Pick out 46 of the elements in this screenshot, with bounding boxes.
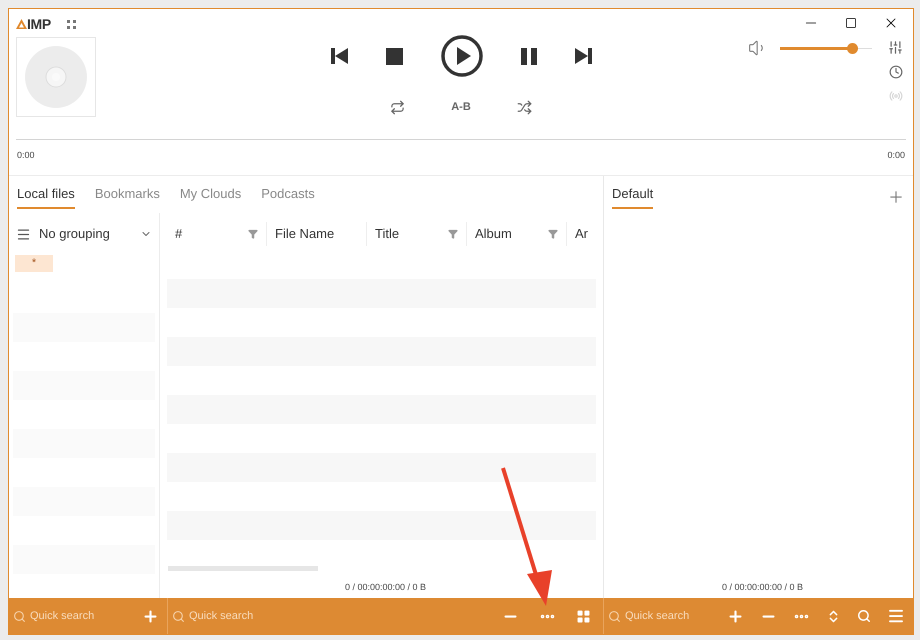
- next-button[interactable]: [574, 48, 592, 64]
- status-text: 0 / 00:00:00:00 / 0 B: [720, 580, 804, 594]
- column-header[interactable]: Album: [467, 222, 567, 246]
- search-field[interactable]: Quick search: [30, 608, 140, 624]
- maximize-icon[interactable]: [845, 17, 857, 29]
- search-icon[interactable]: [857, 609, 871, 623]
- grip-icon[interactable]: [66, 20, 76, 28]
- horizontal-scrollbar[interactable]: [168, 566, 318, 570]
- disc-icon: [25, 46, 87, 108]
- search-field[interactable]: Quick search: [189, 608, 299, 624]
- pause-button[interactable]: [520, 48, 536, 64]
- tab[interactable]: Default: [612, 184, 654, 209]
- search-icon: [172, 610, 185, 622]
- search-icon: [608, 610, 621, 622]
- volume-slider[interactable]: [780, 42, 872, 54]
- search-field[interactable]: Quick search: [625, 608, 735, 624]
- plus-icon[interactable]: [142, 608, 159, 624]
- grid-icon[interactable]: [576, 608, 591, 624]
- filter-icon[interactable]: [548, 229, 558, 239]
- play-button[interactable]: [440, 35, 482, 77]
- filter-icon[interactable]: [448, 229, 458, 239]
- ab-repeat-button[interactable]: A-B: [451, 99, 471, 116]
- grouping-dropdown[interactable]: No grouping: [39, 224, 152, 244]
- column-header[interactable]: Title: [367, 222, 467, 246]
- column-header[interactable]: File Name: [267, 222, 367, 246]
- elapsed-time: 0:00: [17, 149, 35, 162]
- tab[interactable]: Bookmarks: [94, 184, 160, 209]
- previous-button[interactable]: [330, 48, 348, 64]
- menu-icon[interactable]: [16, 226, 31, 242]
- clock-icon[interactable]: [888, 65, 902, 79]
- group-item[interactable]: *: [15, 255, 53, 272]
- tab[interactable]: My Clouds: [180, 184, 242, 209]
- repeat-icon[interactable]: [390, 100, 406, 115]
- status-text: 0 / 00:00:00:00 / 0 B: [344, 580, 427, 594]
- tab[interactable]: Local files: [17, 184, 75, 209]
- shuffle-icon[interactable]: [516, 100, 532, 115]
- search-icon: [13, 610, 26, 622]
- column-header[interactable]: #: [167, 222, 267, 246]
- app-logo: IMP: [16, 17, 51, 31]
- tab[interactable]: Podcasts: [261, 184, 315, 209]
- filter-icon[interactable]: [248, 229, 258, 239]
- stop-button[interactable]: [386, 48, 402, 64]
- equalizer-icon[interactable]: [888, 40, 903, 55]
- total-time: 0:00: [887, 149, 905, 162]
- column-header[interactable]: Ar: [567, 222, 596, 246]
- plus-icon[interactable]: [727, 608, 744, 624]
